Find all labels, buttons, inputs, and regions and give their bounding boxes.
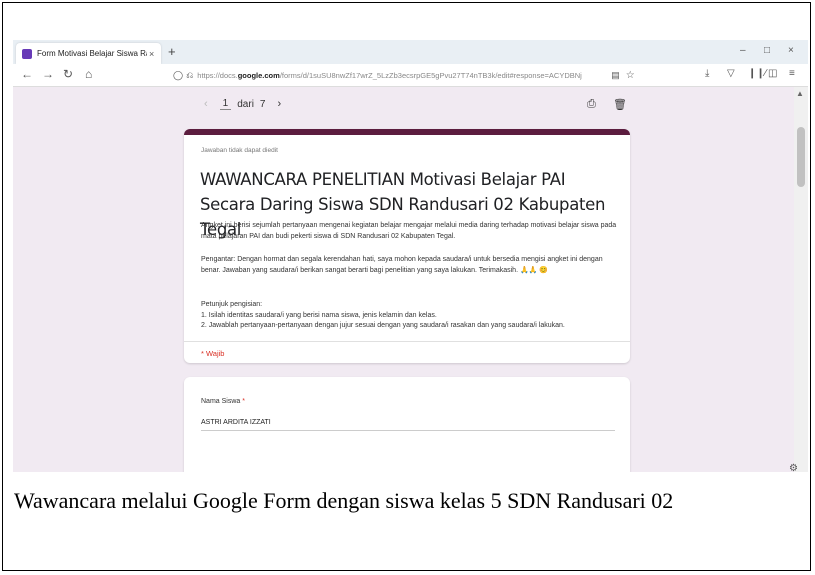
required-note: * Wajib: [201, 349, 225, 358]
url-text[interactable]: https://docs.google.com/forms/d/1suSU8nw…: [197, 71, 607, 80]
divider: [184, 341, 630, 342]
trash-icon[interactable]: 🗑: [613, 98, 627, 111]
scroll-up-icon[interactable]: ▲: [796, 89, 804, 98]
minimize-button[interactable]: –: [740, 45, 746, 56]
maximize-button[interactable]: □: [764, 45, 770, 56]
close-tab-icon[interactable]: ×: [149, 49, 154, 59]
tab-form-motivasi[interactable]: Form Motivasi Belajar Siswa Ra… ×: [16, 43, 161, 64]
required-star: *: [242, 398, 245, 405]
figure-caption: Wawancara melalui Google Form dengan sis…: [14, 488, 674, 513]
answer-underline: [201, 430, 615, 431]
print-icon[interactable]: ⎙: [587, 98, 596, 111]
scroll-thumb[interactable]: [797, 127, 805, 187]
not-editable-note: Jawaban tidak dapat diedit: [201, 147, 278, 154]
sidebar-icon[interactable]: ◫: [768, 68, 777, 79]
field-label: Nama Siswa *: [201, 398, 245, 405]
reader-icon[interactable]: ▤: [611, 70, 620, 81]
library-icon[interactable]: ❙❙∕: [748, 68, 766, 79]
browser-window: Form Motivasi Belajar Siswa Ra… × + – □ …: [13, 40, 808, 472]
home-icon[interactable]: ⌂: [85, 67, 92, 81]
download-icon[interactable]: ⤓: [705, 68, 709, 79]
scrollbar[interactable]: ▲: [794, 87, 808, 472]
response-number-input[interactable]: 1: [219, 98, 232, 110]
help-icon[interactable]: ⚙: [789, 463, 798, 472]
form-instructions: Petunjuk pengisian: 1. Isilah identitas …: [201, 301, 565, 329]
form-header-card: Jawaban tidak dapat diedit WAWANCARA PEN…: [184, 129, 630, 363]
tab-title: Form Motivasi Belajar Siswa Ra…: [37, 49, 147, 58]
response-pager: ‹ 1 dari 7 › ⎙ 🗑: [184, 87, 630, 121]
page-viewport: ‹ 1 dari 7 › ⎙ 🗑 Jawaban tidak dapat die…: [13, 87, 808, 472]
question-card-nama-siswa: Nama Siswa * ASTRI ARDITA IZZATI: [184, 377, 630, 472]
form-introduction: Pengantar: Dengan hormat dan segala kere…: [201, 256, 603, 274]
form-description: Angket ini berisi sejumlah pertanyaan me…: [201, 222, 617, 240]
shield-icon[interactable]: ◯: [173, 70, 183, 81]
reload-icon[interactable]: ↻: [63, 67, 73, 81]
pocket-icon[interactable]: ▽: [727, 68, 735, 79]
navigation-bar: ← → ↻ ⌂ ◯ ⎌ https://docs.google.com/form…: [13, 64, 808, 87]
next-response-button[interactable]: ›: [277, 98, 281, 110]
address-bar[interactable]: ◯ ⎌ https://docs.google.com/forms/d/1suS…: [173, 67, 643, 83]
nama-siswa-answer: ASTRI ARDITA IZZATI: [201, 419, 271, 426]
prev-response-button[interactable]: ‹: [204, 98, 208, 110]
lock-icon[interactable]: ⎌: [186, 70, 193, 81]
forward-icon[interactable]: →: [42, 67, 54, 81]
tab-bar: Form Motivasi Belajar Siswa Ra… × + – □ …: [13, 40, 808, 64]
new-tab-button[interactable]: +: [168, 44, 176, 59]
pager-of-label: dari: [237, 98, 254, 110]
pager-total: 7: [259, 98, 266, 110]
form-favicon-icon: [22, 48, 32, 59]
back-icon[interactable]: ←: [21, 67, 33, 81]
star-icon[interactable]: ☆: [626, 70, 635, 81]
menu-icon[interactable]: ≡: [789, 68, 795, 79]
close-window-button[interactable]: ×: [788, 45, 794, 56]
